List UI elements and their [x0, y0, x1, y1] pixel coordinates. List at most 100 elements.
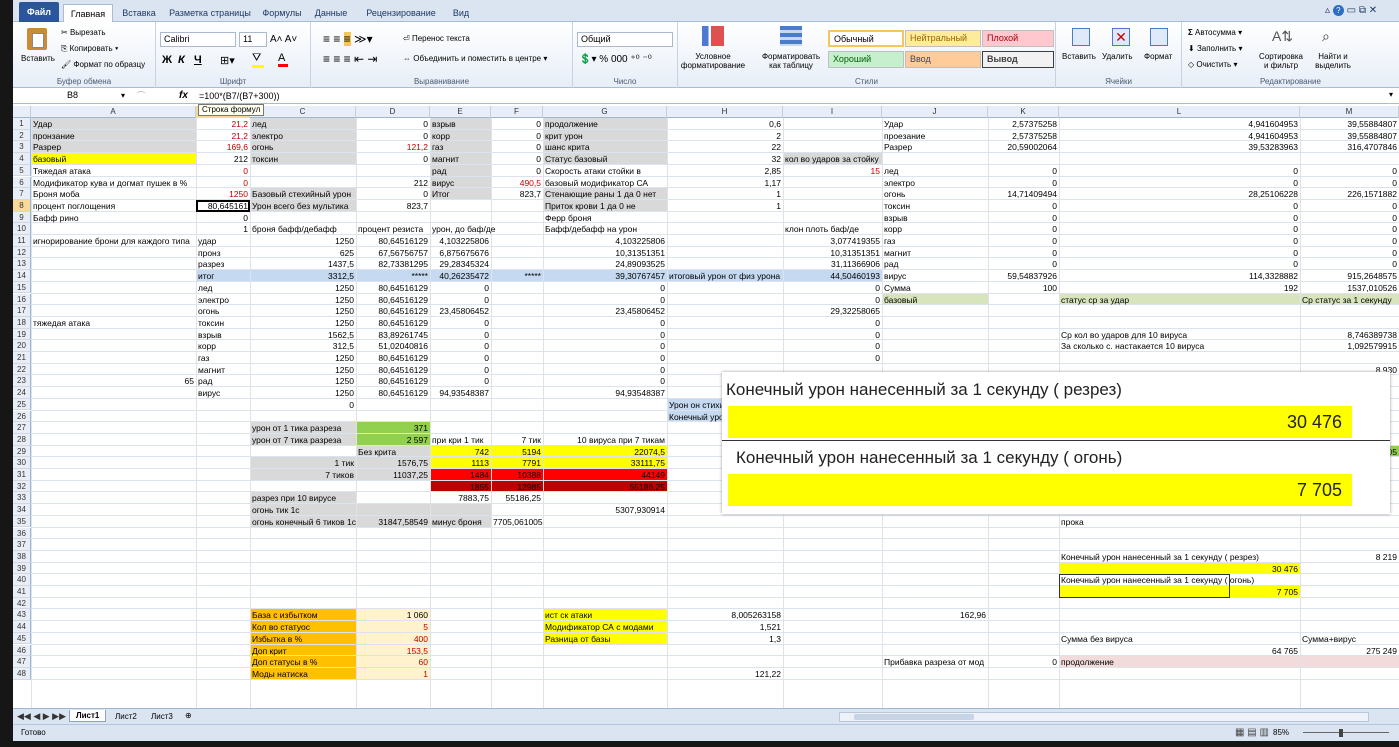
horizontal-scrollbar[interactable]	[839, 712, 1369, 722]
cell-h43[interactable]: 8,005263158	[667, 609, 783, 621]
row-header-46[interactable]: 46	[13, 644, 31, 657]
row-header-40[interactable]: 40	[13, 574, 31, 586]
column-header-e[interactable]: E	[430, 106, 491, 118]
row-header-32[interactable]: 32	[13, 480, 31, 493]
cell-b3[interactable]: 169,6	[196, 141, 250, 153]
align-top-icons[interactable]: ≡ ≡ ≡ ≫▾	[323, 32, 373, 46]
row-header-14[interactable]: 14	[13, 270, 31, 282]
font-color-icon[interactable]: A	[278, 52, 288, 67]
cell-e28[interactable]: при кри 1 тик	[430, 434, 491, 446]
cell-b24[interactable]: вирус	[196, 387, 250, 399]
cell-b15[interactable]: лед	[196, 282, 250, 294]
cell-g45[interactable]: Разница от базы	[543, 633, 667, 645]
cell-f7[interactable]: 823,7	[491, 188, 543, 200]
row-header-29[interactable]: 29	[13, 445, 31, 458]
row-header-10[interactable]: 10	[13, 223, 31, 235]
column-header-l[interactable]: L	[1059, 106, 1300, 118]
cell-d21[interactable]: 80,64516129	[356, 352, 430, 364]
row-header-18[interactable]: 18	[13, 316, 31, 329]
column-header-f[interactable]: F	[491, 106, 543, 118]
format-table-icon[interactable]	[780, 26, 802, 46]
cell-d13[interactable]: 82,73381295	[356, 258, 430, 270]
cell-l11[interactable]: 0	[1059, 235, 1300, 247]
cell-m14[interactable]: 915,2648575	[1300, 270, 1399, 282]
cell-a8[interactable]: процент поглощения	[31, 200, 196, 212]
cell-f1[interactable]: 0	[491, 118, 543, 130]
cell-g14[interactable]: 39,30767457	[543, 270, 667, 282]
row-header-44[interactable]: 44	[13, 621, 31, 633]
row-header-17[interactable]: 17	[13, 305, 31, 317]
cell-l46[interactable]: 64 765	[1059, 645, 1300, 657]
tab-insert[interactable]: Вставка	[117, 4, 161, 22]
row-header-12[interactable]: 12	[13, 246, 31, 259]
row-header-48[interactable]: 48	[13, 667, 31, 680]
cell-e30[interactable]: 1113	[430, 457, 491, 469]
cell-j9[interactable]: взрыв	[882, 212, 988, 224]
cell-l13[interactable]: 0	[1059, 258, 1300, 270]
row-header-43[interactable]: 43	[13, 609, 31, 622]
binoculars-icon[interactable]: ⌕	[1322, 28, 1330, 45]
borders-icon[interactable]: ⊞▾	[220, 54, 235, 67]
cell-i21[interactable]: 0	[783, 352, 882, 364]
cell-d28[interactable]: 2 597	[356, 434, 430, 446]
cell-b10[interactable]: 1	[196, 223, 250, 235]
cell-a2[interactable]: пронзание	[31, 130, 196, 142]
cell-e11[interactable]: 4,103225806	[430, 235, 491, 247]
cell-f4[interactable]: 0	[491, 153, 543, 165]
cell-h7[interactable]: 1	[667, 188, 783, 200]
sort-filter-button[interactable]: Сортировка и фильтр	[1256, 52, 1306, 70]
tab-view[interactable]: Вид	[449, 4, 473, 22]
insert-cells-icon[interactable]	[1072, 28, 1090, 46]
copy-button[interactable]: ⎘ Копировать ▾	[61, 44, 118, 54]
cell-d44[interactable]: 5	[356, 621, 430, 633]
cell-f30[interactable]: 7791	[491, 457, 543, 469]
cell-d47[interactable]: 60	[356, 656, 430, 668]
cell-k9[interactable]: 0	[988, 212, 1059, 224]
close-icon[interactable]: ✕	[1369, 5, 1377, 16]
cell-c28[interactable]: урон от 7 тика разреза	[250, 434, 356, 446]
style-input[interactable]: Ввод	[905, 51, 981, 68]
cell-m5[interactable]: 0	[1300, 165, 1399, 177]
cell-m38[interactable]: 8 219	[1300, 551, 1399, 563]
cell-m13[interactable]: 0	[1300, 258, 1399, 270]
tab-review[interactable]: Рецензирование	[356, 4, 446, 22]
column-header-h[interactable]: H	[667, 106, 783, 118]
cell-c25[interactable]: 0	[250, 399, 356, 411]
row-header-11[interactable]: 11	[13, 235, 31, 247]
cut-button[interactable]: ✂ Вырезать	[61, 28, 106, 37]
cell-g6[interactable]: базовый модификатор СА	[543, 177, 667, 189]
cell-d7[interactable]: 0	[356, 188, 430, 200]
cell-g4[interactable]: Статус базовый	[543, 153, 667, 165]
cell-d48[interactable]: 1	[356, 668, 430, 680]
paste-button[interactable]: Вставить	[21, 54, 55, 63]
row-header-47[interactable]: 47	[13, 656, 31, 668]
cell-j8[interactable]: токсин	[882, 200, 988, 212]
cell-j14[interactable]: вирус	[882, 270, 988, 282]
cell-c35[interactable]: огонь конечный 6 тиков 1с	[250, 516, 356, 528]
cell-j1[interactable]: Удар	[882, 118, 988, 130]
cell-j47[interactable]: Прибавка разреза от мод	[882, 656, 988, 668]
restore-icon[interactable]: ⧉	[1359, 5, 1366, 16]
cell-i14[interactable]: 44,50460193	[783, 270, 882, 282]
column-header-k[interactable]: K	[988, 106, 1059, 118]
cell-m12[interactable]: 0	[1300, 247, 1399, 259]
cell-b4[interactable]: 212	[196, 153, 250, 165]
cell-d35[interactable]: 31847,58549	[356, 516, 430, 528]
cell-c24[interactable]: 1250	[250, 387, 356, 399]
cell-h48[interactable]: 121,22	[667, 668, 783, 680]
cell-c44[interactable]: Кол во статуос	[250, 621, 356, 633]
cell-e5[interactable]: рад	[430, 165, 491, 177]
cell-g19[interactable]: 0	[543, 329, 667, 341]
cell-h44[interactable]: 1,521	[667, 621, 783, 633]
cell-m15[interactable]: 1537,010526	[1300, 282, 1399, 294]
cell-g23[interactable]: 0	[543, 375, 667, 387]
cell-c22[interactable]: 1250	[250, 364, 356, 376]
column-header-g[interactable]: G	[543, 106, 667, 118]
cell-c45[interactable]: Избытка в %	[250, 633, 356, 645]
cell-g31[interactable]: 44149	[543, 469, 667, 481]
cell-l3[interactable]: 39,53283963	[1059, 141, 1300, 153]
cell-d18[interactable]: 80,64516129	[356, 317, 430, 329]
cell-d2[interactable]: 0	[356, 130, 430, 142]
cell-g24[interactable]: 94,93548387	[543, 387, 667, 399]
cell-d3[interactable]: 121,2	[356, 141, 430, 153]
